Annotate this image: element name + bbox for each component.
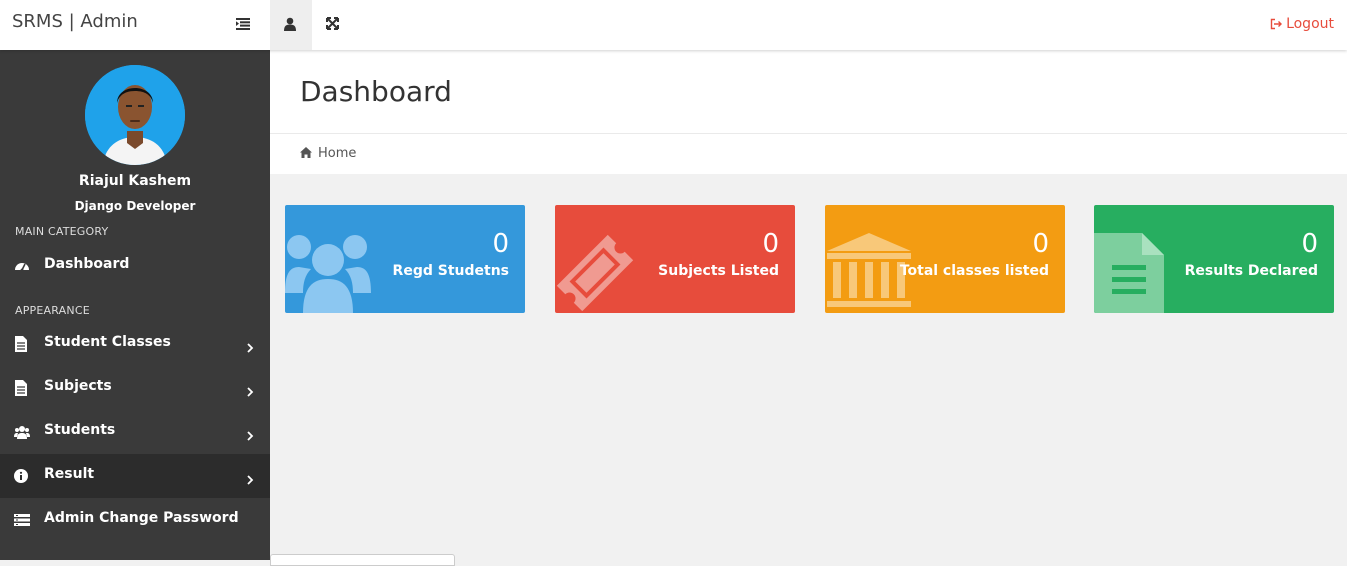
sign-out-icon xyxy=(1270,18,1283,30)
nav-category-appearance: APPEARANCE xyxy=(15,304,90,317)
chevron-right-icon xyxy=(246,470,254,489)
stat-count: 0 xyxy=(1301,229,1318,259)
stat-label: Regd Studetns xyxy=(392,263,509,279)
stat-card-subjects[interactable]: 0 Subjects Listed xyxy=(555,205,795,313)
stat-label: Total classes listed xyxy=(899,263,1049,279)
page-header: Dashboard xyxy=(270,50,1347,134)
breadcrumb-label: Home xyxy=(318,146,357,161)
sidebar-item-subjects[interactable]: Subjects xyxy=(0,366,270,410)
brand: SRMS | Admin xyxy=(0,0,270,50)
stat-count: 0 xyxy=(1032,229,1049,259)
breadcrumb: Home xyxy=(270,134,1347,174)
sidebar-toggle-icon[interactable] xyxy=(236,15,252,35)
sidebar-item-label: Students xyxy=(44,422,116,438)
stat-card-results[interactable]: 0 Results Declared xyxy=(1094,205,1334,313)
stat-count: 0 xyxy=(492,229,509,259)
bottom-panel-tab xyxy=(270,554,455,566)
user-menu-button[interactable] xyxy=(270,0,312,50)
avatar xyxy=(85,65,185,165)
ticket-icon xyxy=(555,205,645,313)
expand-icon xyxy=(326,17,339,30)
user-role: Django Developer xyxy=(74,199,196,213)
sidebar: Riajul Kashem Django Developer MAIN CATE… xyxy=(0,50,270,560)
sidebar-item-result[interactable]: Result xyxy=(0,454,270,498)
users-icon xyxy=(285,205,375,313)
file-icon xyxy=(14,380,30,396)
bank-icon xyxy=(825,205,915,313)
logout-link[interactable]: Logout xyxy=(1270,16,1334,32)
sidebar-item-student-classes[interactable]: Student Classes xyxy=(0,322,270,366)
stat-card-classes[interactable]: 0 Total classes listed xyxy=(825,205,1065,313)
stat-label: Results Declared xyxy=(1184,263,1318,279)
file-text-icon xyxy=(1094,205,1184,313)
users-icon xyxy=(14,424,30,440)
user-icon xyxy=(284,17,296,31)
fullscreen-button[interactable] xyxy=(312,0,354,50)
sidebar-item-label: Admin Change Password xyxy=(44,510,239,526)
chevron-right-icon xyxy=(246,382,254,401)
home-icon xyxy=(300,147,312,158)
chevron-right-icon xyxy=(246,338,254,357)
nav-category-main: MAIN CATEGORY xyxy=(15,225,109,238)
sidebar-item-label: Dashboard xyxy=(44,256,130,272)
sidebar-item-label: Subjects xyxy=(44,378,112,394)
logout-label: Logout xyxy=(1286,16,1334,32)
page-title: Dashboard xyxy=(300,75,452,108)
stat-count: 0 xyxy=(762,229,779,259)
sidebar-item-label: Result xyxy=(44,466,95,482)
info-icon xyxy=(14,468,30,484)
top-bar: SRMS | Admin Logout xyxy=(0,0,1347,50)
sidebar-item-dashboard[interactable]: Dashboard xyxy=(0,244,270,288)
dashboard-icon xyxy=(14,258,30,274)
stat-card-students[interactable]: 0 Regd Studetns xyxy=(285,205,525,313)
server-icon xyxy=(14,512,30,528)
stat-label: Subjects Listed xyxy=(658,263,779,279)
user-name: Riajul Kashem xyxy=(78,173,192,189)
chevron-right-icon xyxy=(246,426,254,445)
sidebar-item-label: Student Classes xyxy=(44,334,171,350)
brand-title[interactable]: SRMS | Admin xyxy=(12,11,138,32)
sidebar-item-students[interactable]: Students xyxy=(0,410,270,454)
sidebar-item-admin-change-password[interactable]: Admin Change Password xyxy=(0,498,270,542)
file-icon xyxy=(14,336,30,352)
breadcrumb-home[interactable]: Home xyxy=(300,146,356,161)
